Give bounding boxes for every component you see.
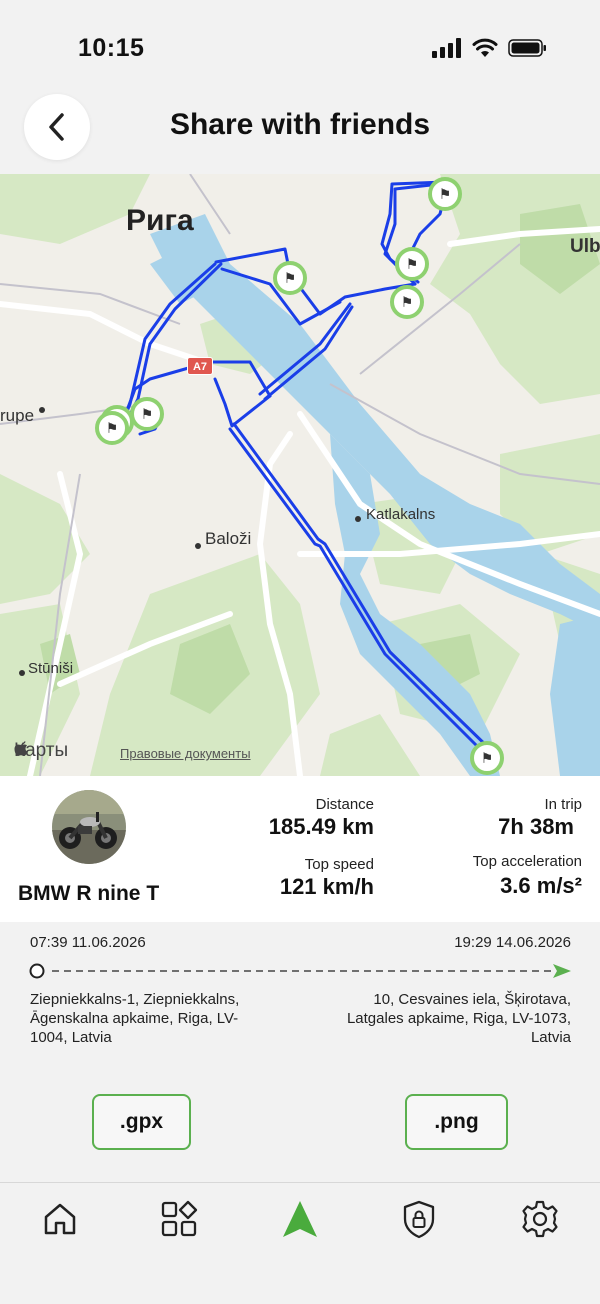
destination-arrow-icon bbox=[553, 964, 571, 978]
header: Share with friends bbox=[0, 92, 600, 174]
svg-text:⚑: ⚑ bbox=[401, 295, 414, 311]
svg-text:⚑: ⚑ bbox=[439, 187, 452, 203]
wifi-icon bbox=[472, 38, 498, 57]
start-time: 07:39 11.06.2026 bbox=[30, 934, 146, 951]
security-icon bbox=[403, 1200, 435, 1239]
in-trip-value: 7h 38m bbox=[498, 814, 574, 839]
svg-text:⚑: ⚑ bbox=[481, 751, 494, 767]
status-time: 10:15 bbox=[78, 34, 145, 62]
status-icons bbox=[432, 38, 548, 58]
legal-link[interactable]: Правовые документы bbox=[120, 746, 251, 761]
export-gpx-button[interactable]: .gpx bbox=[92, 1094, 191, 1150]
trip-stats-card: BMW R nine T Distance 185.49 km In trip … bbox=[0, 776, 600, 922]
vehicle-avatar bbox=[52, 790, 126, 864]
export-png-button[interactable]: .png bbox=[405, 1094, 508, 1150]
tab-navigation[interactable] bbox=[278, 1197, 322, 1241]
map-label-katlakalns: Katlakalns bbox=[366, 506, 436, 523]
end-address: 10, Cesvaines iela, Šķirotava, Latgales … bbox=[346, 991, 571, 1046]
home-icon bbox=[44, 1203, 76, 1235]
maps-attribution: Карты bbox=[14, 740, 68, 762]
map-city-label: Рига bbox=[126, 204, 194, 237]
start-address: Ziepniekkalns-1, Ziepniekkalns, Āgenskal… bbox=[30, 991, 240, 1046]
road-badge-a7: A7 bbox=[187, 357, 213, 375]
distance-label: Distance bbox=[315, 796, 374, 813]
tab-home[interactable] bbox=[38, 1197, 82, 1241]
battery-icon bbox=[508, 39, 546, 57]
map-label-ulb: Ulb bbox=[570, 236, 600, 257]
end-time: 19:29 14.06.2026 bbox=[454, 934, 571, 951]
status-bar: 10:15 bbox=[0, 0, 600, 96]
top-acceleration-label: Top acceleration bbox=[472, 853, 582, 870]
apple-logo-icon bbox=[14, 741, 28, 756]
motorcycle-photo-icon bbox=[52, 790, 126, 864]
svg-text:⚑: ⚑ bbox=[406, 257, 419, 273]
tab-security[interactable] bbox=[397, 1197, 441, 1241]
vehicle-name: BMW R nine T bbox=[18, 882, 160, 905]
svg-text:⚑: ⚑ bbox=[141, 407, 154, 423]
timeline-track bbox=[29, 963, 552, 979]
map-label-stunisi: Stūniši bbox=[28, 660, 74, 677]
bottom-tab-bar bbox=[0, 1182, 600, 1304]
apps-icon bbox=[161, 1200, 198, 1237]
map-label-rupe: rupe bbox=[0, 406, 35, 425]
distance-value: 185.49 km bbox=[268, 814, 374, 839]
top-speed-label: Top speed bbox=[304, 856, 374, 873]
navigation-icon bbox=[283, 1201, 317, 1237]
settings-icon bbox=[522, 1200, 558, 1238]
svg-text:⚑: ⚑ bbox=[106, 421, 119, 437]
route-map[interactable]: ⚑ ⚑ ⚑ ⚑ ⚑ ⚑ ⚑ Рига Ulb rupe Katlakalns B… bbox=[0, 174, 600, 776]
tab-apps[interactable] bbox=[157, 1197, 201, 1241]
in-trip-label: In trip bbox=[544, 796, 582, 813]
map-canvas: ⚑ ⚑ ⚑ ⚑ ⚑ ⚑ ⚑ bbox=[0, 174, 600, 776]
page-title: Share with friends bbox=[169, 108, 431, 141]
top-acceleration-value: 3.6 m/s² bbox=[500, 873, 582, 898]
trip-timeline: 07:39 11.06.2026 19:29 14.06.2026 Ziepni… bbox=[0, 922, 600, 1182]
cellular-signal-icon bbox=[432, 38, 461, 58]
svg-text:⚑: ⚑ bbox=[284, 271, 297, 287]
tab-settings[interactable] bbox=[518, 1197, 562, 1241]
map-label-balozi: Baloži bbox=[205, 529, 252, 548]
top-speed-value: 121 km/h bbox=[279, 874, 374, 899]
